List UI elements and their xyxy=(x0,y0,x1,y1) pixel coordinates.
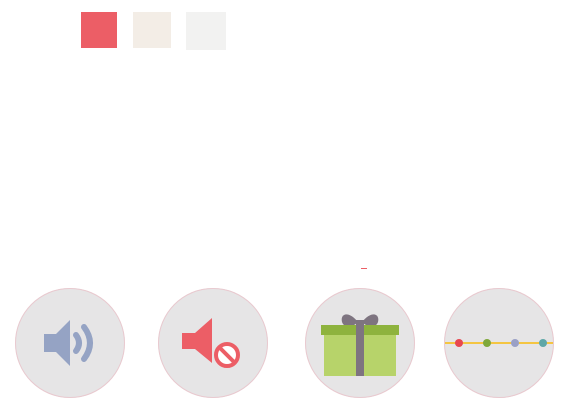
timeline-dots-icon xyxy=(445,339,553,347)
accent-mark xyxy=(361,268,367,269)
timeline-button[interactable] xyxy=(444,288,554,398)
color-swatch-light-gray[interactable] xyxy=(186,12,226,50)
page xyxy=(0,0,571,411)
speaker-muted-icon xyxy=(182,318,240,368)
gift-button[interactable] xyxy=(305,288,415,398)
sound-button[interactable] xyxy=(15,288,125,398)
gift-icon xyxy=(321,314,399,376)
color-swatch-coral[interactable] xyxy=(81,12,117,48)
speaker-icon xyxy=(44,320,93,366)
color-swatch-cream[interactable] xyxy=(133,12,171,48)
mute-button[interactable] xyxy=(158,288,268,398)
